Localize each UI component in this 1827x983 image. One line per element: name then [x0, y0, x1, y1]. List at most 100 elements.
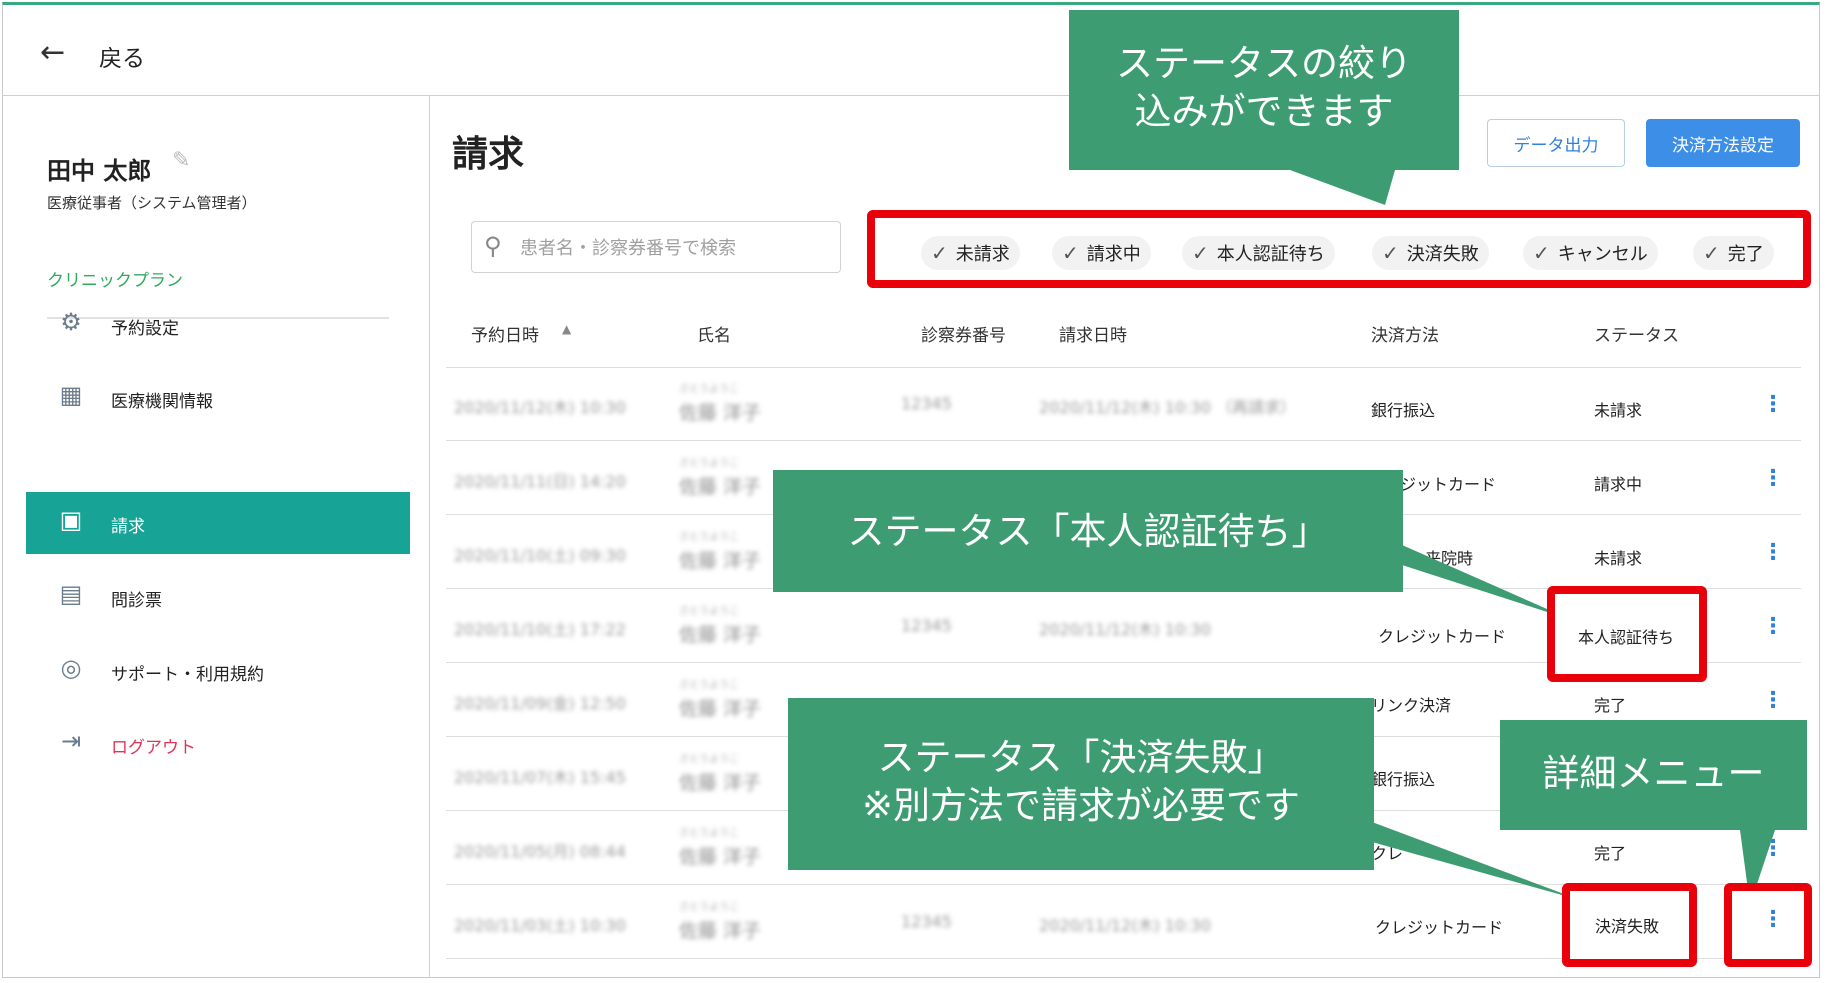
callout-text: 込みができます — [1134, 90, 1394, 133]
sidebar-item-label: 医療機関情報 — [111, 392, 213, 412]
row-reservation-date: 2020/11/12(木) 10:30 — [454, 398, 626, 417]
sidebar-item-label: 予約設定 — [111, 319, 179, 339]
column-header-card-number: 診察券番号 — [921, 326, 1006, 346]
sidebar-item-billing[interactable]: ▣ 請求 — [26, 492, 410, 554]
row-name-kana: さとうようこ — [679, 902, 739, 913]
blurred-patient-data: 2020/11/12(木) 10:30 さとうようこ 佐藤 洋子 12345 2… — [446, 370, 1331, 960]
row-billed-date: 2020/11/12(木) 10:30 （再請求） — [1039, 398, 1296, 417]
filter-chip-label: 請求中 — [1086, 244, 1141, 265]
check-icon: ✓ — [1192, 241, 1209, 265]
row-card-number: 12345 — [901, 394, 952, 413]
row-name: 佐藤 洋子 — [679, 846, 762, 868]
row-menu-icon[interactable]: ⋮ — [1762, 466, 1784, 491]
status-highlight-awaiting-auth: 本人認証待ち — [1547, 586, 1707, 682]
filter-chip-completed[interactable]: ✓ 完了 — [1693, 236, 1774, 270]
row-payment-method: クレジットカード — [1375, 918, 1504, 937]
filter-chip-billing[interactable]: ✓ 請求中 — [1052, 236, 1151, 270]
row-menu-icon[interactable]: ⋮ — [1762, 540, 1784, 565]
filter-chip-label: 未請求 — [955, 244, 1010, 265]
sidebar-item-reservation-settings[interactable]: ⚙ 予約設定 — [26, 294, 410, 356]
row-name-kana: さとうようこ — [679, 828, 739, 839]
sidebar-item-label: ログアウト — [111, 738, 196, 758]
row-billed-date: 2020/11/12(木) 10:30 — [1039, 916, 1211, 935]
column-header-reservation-datetime[interactable]: 予約日時 — [471, 321, 539, 346]
row-payment-method: 銀行振込 — [1371, 770, 1436, 789]
row-reservation-date: 2020/11/03(土) 10:30 — [454, 916, 626, 935]
callout-text: ステータスの絞り — [1116, 42, 1412, 85]
status-highlight-payment-failed: 決済失敗 — [1562, 883, 1697, 967]
row-name-kana: さとうようこ — [679, 606, 739, 617]
back-link[interactable]: 戻る — [99, 39, 145, 73]
check-icon: ✓ — [1382, 241, 1399, 265]
edit-pencil-icon[interactable]: ✎ — [172, 148, 190, 173]
row-status: 請求中 — [1594, 475, 1643, 494]
filter-chip-label: 完了 — [1727, 244, 1764, 265]
callout-detail-menu: 詳細メニュー — [1500, 720, 1807, 830]
filter-chip-label: 本人認証待ち — [1216, 244, 1325, 265]
row-billed-date: 2020/11/12(木) 10:30 — [1039, 620, 1211, 639]
sidebar-item-label: 請求 — [111, 517, 145, 537]
check-icon: ✓ — [1533, 241, 1550, 265]
row-name-kana: さとうようこ — [679, 680, 739, 691]
row-name-kana: さとうようこ — [679, 532, 739, 543]
row-name-kana: さとうようこ — [679, 754, 739, 765]
sidebar: 田中 太郎 ✎ 医療従事者（システム管理者） クリニックプラン ⚙ 予約設定 ▦… — [2, 96, 430, 978]
row-name: 佐藤 洋子 — [679, 402, 762, 424]
row-name-kana: さとうようこ — [679, 458, 739, 469]
column-header-payment-method: 決済方法 — [1371, 326, 1439, 346]
data-export-button[interactable]: データ出力 — [1487, 119, 1625, 167]
row-menu-icon[interactable]: ⋮ — [1762, 688, 1784, 713]
callout-text: ※別方法で請求が必要です — [861, 784, 1300, 827]
menu-highlight: ⋮ — [1724, 883, 1812, 967]
column-header-name: 氏名 — [697, 326, 731, 346]
row-menu-icon[interactable]: ⋮ — [1762, 836, 1784, 861]
row-reservation-date: 2020/11/05(月) 08:44 — [454, 842, 626, 861]
callout-text: ステータス「本人認証待ち」 — [847, 510, 1329, 553]
callout-text: ステータス「決済失敗」 — [877, 736, 1285, 779]
status-filter-bar: ✓ 未請求 ✓ 請求中 ✓ 本人認証待ち ✓ 決済失敗 ✓ キャンセル ✓ 完了 — [867, 210, 1811, 288]
filter-chip-awaiting-auth[interactable]: ✓ 本人認証待ち — [1182, 236, 1335, 270]
filter-chip-unbilled[interactable]: ✓ 未請求 — [921, 236, 1020, 270]
page-title: 請求 — [452, 134, 525, 175]
top-bar: ← 戻る — [2, 5, 1820, 96]
row-menu-icon[interactable]: ⋮ — [1762, 907, 1784, 932]
row-status: 完了 — [1594, 696, 1627, 715]
filter-chip-cancelled[interactable]: ✓ キャンセル — [1523, 236, 1658, 270]
column-header-status: ステータス — [1594, 326, 1679, 346]
sort-icon[interactable]: ▲ — [562, 322, 571, 336]
sidebar-item-support[interactable]: ◎ サポート・利用規約 — [26, 640, 410, 702]
check-icon: ✓ — [1062, 241, 1079, 265]
row-status: 未請求 — [1594, 401, 1643, 420]
sidebar-item-questionnaire[interactable]: ▤ 問診票 — [26, 566, 410, 628]
back-arrow-icon[interactable]: ← — [40, 35, 65, 70]
row-name-kana: さとうようこ — [679, 384, 739, 395]
row-payment-method: ジットカード — [1400, 475, 1497, 494]
sidebar-item-label: サポート・利用規約 — [111, 665, 264, 685]
check-icon: ✓ — [1703, 241, 1720, 265]
plan-link[interactable]: クリニックプラン — [47, 266, 183, 291]
row-payment-method: 来院時 — [1425, 549, 1474, 568]
gear-icon: ⚙ — [60, 308, 82, 336]
search-box: ⚲ — [471, 221, 841, 274]
row-name: 佐藤 洋子 — [679, 772, 762, 794]
row-menu-icon[interactable]: ⋮ — [1762, 392, 1784, 417]
row-payment-method: クレジットカード — [1378, 627, 1507, 646]
row-status: 完了 — [1594, 844, 1627, 863]
column-header-billed-datetime: 請求日時 — [1059, 326, 1127, 346]
filter-chip-label: 決済失敗 — [1406, 244, 1479, 265]
payment-settings-button[interactable]: 決済方法設定 — [1646, 119, 1800, 167]
row-status: 未請求 — [1594, 549, 1643, 568]
row-status: 本人認証待ち — [1578, 628, 1675, 647]
row-status: 決済失敗 — [1595, 917, 1660, 936]
callout-text: 詳細メニュー — [1542, 752, 1765, 795]
row-name: 佐藤 洋子 — [679, 624, 762, 646]
callout-awaiting-auth: ステータス「本人認証待ち」 — [773, 470, 1403, 592]
row-name: 佐藤 洋子 — [679, 698, 762, 720]
filter-chip-payment-failed[interactable]: ✓ 決済失敗 — [1372, 236, 1489, 270]
sidebar-item-logout[interactable]: ⇥ ログアウト — [26, 713, 410, 775]
search-input[interactable] — [518, 222, 832, 274]
row-payment-method: 銀行振込 — [1371, 401, 1436, 420]
callout-status-filter: ステータスの絞り 込みができます — [1069, 10, 1459, 170]
row-menu-icon[interactable]: ⋮ — [1762, 614, 1784, 639]
sidebar-item-institution-info[interactable]: ▦ 医療機関情報 — [26, 367, 410, 429]
